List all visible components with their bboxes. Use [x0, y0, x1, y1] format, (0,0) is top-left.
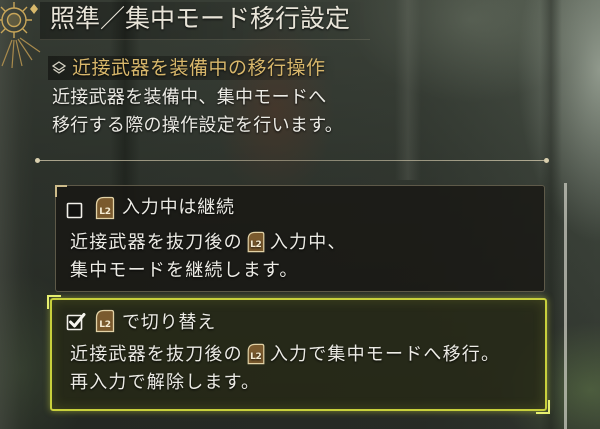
l2-button-label: L2 [250, 240, 262, 250]
scrollbar[interactable] [564, 183, 567, 429]
panel-corner-accent [55, 185, 67, 197]
l2-button-icon: L2 [246, 343, 266, 365]
scrollbar-thumb[interactable] [564, 183, 567, 429]
l2-button-label: L2 [99, 320, 111, 330]
checkbox-checked-icon [66, 313, 86, 331]
description-text: 近接武器を抜刀後の [70, 344, 243, 365]
option-description-line: 集中モードを継続します。 [70, 260, 299, 281]
panel-corner-accent [47, 295, 61, 309]
option-label: 入力中は継続 [122, 197, 235, 218]
section-description-line: 近接武器を装備中、集中モードへ [52, 87, 327, 108]
layered-diamond-graphic [52, 61, 66, 74]
section-heading-text: 近接武器を装備中の移行操作 [72, 57, 326, 79]
option-press-to-toggle[interactable]: L2 で切り替え 近接武器を抜刀後の L2 入力で集中モードへ移行。 再入力で解除し… [47, 295, 550, 414]
l2-button-icon: L2 [95, 196, 115, 220]
option-description-line: 近接武器を抜刀後の L2 入力中、 [70, 231, 347, 255]
emblem-gem [30, 4, 38, 14]
checkbox-empty-icon [66, 202, 83, 219]
panel-corner-accent [536, 400, 550, 414]
description-text: 近接武器を抜刀後の [70, 232, 243, 253]
l2-button-icon: L2 [246, 231, 266, 253]
section-divider [35, 158, 549, 163]
option-hold-to-continue[interactable]: L2 入力中は継続 近接武器を抜刀後の L2 入力中、 集中モードを継続します。 [55, 185, 545, 292]
divider-end-dot [544, 158, 549, 163]
section-description-line: 移行する際の操作設定を行います。 [52, 115, 343, 136]
divider-end-dot [35, 158, 40, 163]
description-text: 入力中、 [269, 232, 347, 253]
section-heading: 近接武器を装備中の移行操作 [48, 56, 338, 80]
option-description-line: 近接武器を抜刀後の L2 入力で集中モードへ移行。 [70, 343, 500, 367]
option-description-line: 再入力で解除します。 [70, 372, 261, 393]
l2-button-icon: L2 [95, 309, 115, 333]
option-label: で切り替え [122, 312, 216, 333]
settings-screen: 照準／集中モード移行設定 近接武器を装備中の移行操作 近接武器を装備中、集中モー… [0, 0, 600, 429]
toggle-mode-checkbox[interactable] [66, 312, 86, 332]
description-text: 入力で集中モードへ移行。 [269, 344, 501, 365]
hold-continue-checkbox[interactable] [66, 200, 86, 220]
layered-diamond-icon [52, 61, 66, 75]
l2-button-label: L2 [250, 352, 262, 362]
l2-button-label: L2 [99, 207, 111, 217]
screen-title: 照準／集中モード移行設定 [50, 4, 351, 33]
